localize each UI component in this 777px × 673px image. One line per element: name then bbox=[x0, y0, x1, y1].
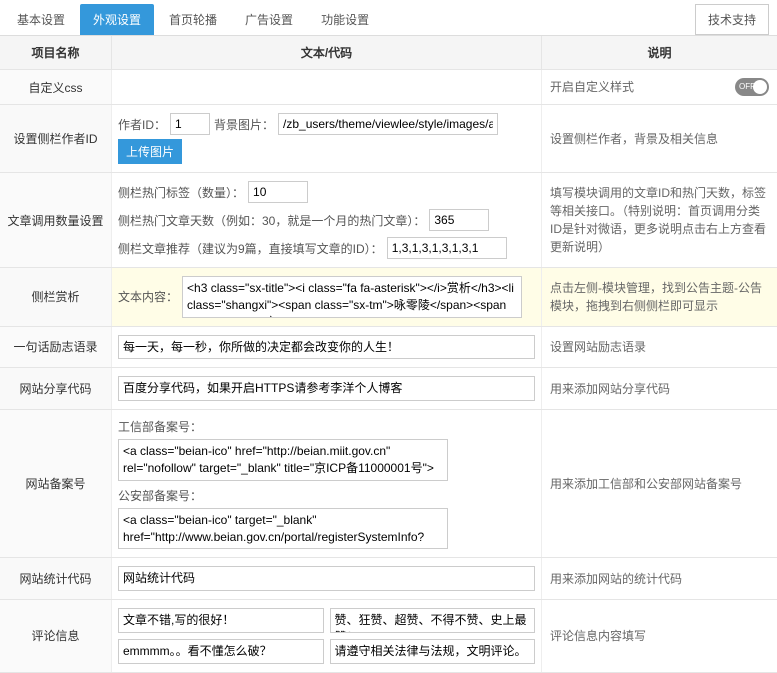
label-article-count: 文章调用数量设置 bbox=[0, 173, 112, 267]
row-quote: 一句话励志语录 设置网站励志语录 bbox=[0, 327, 777, 369]
label-bg-image: 背景图片： bbox=[214, 116, 274, 133]
desc-article-count: 填写模块调用的文章ID和热门天数，标签等相关接口。（特别说明：首页调用分类ID是… bbox=[542, 173, 777, 267]
input-bg-image[interactable] bbox=[278, 113, 498, 135]
input-hot-tags[interactable] bbox=[248, 181, 308, 203]
desc-share-code: 用来添加网站分享代码 bbox=[542, 368, 777, 409]
row-comment: 评论信息 评论信息内容填写 bbox=[0, 600, 777, 673]
tab-bar: 基本设置 外观设置 首页轮播 广告设置 功能设置 技术支持 bbox=[0, 0, 777, 36]
header-content: 文本/代码 bbox=[112, 36, 542, 69]
desc-stats-code: 用来添加网站的统计代码 bbox=[542, 558, 777, 599]
textarea-stats[interactable] bbox=[118, 566, 535, 591]
textarea-miit[interactable] bbox=[118, 439, 448, 481]
row-share-code: 网站分享代码 用来添加网站分享代码 bbox=[0, 368, 777, 410]
label-comment: 评论信息 bbox=[0, 600, 112, 672]
textarea-comment-b2[interactable] bbox=[330, 639, 536, 664]
textarea-comment-a1[interactable] bbox=[118, 608, 324, 633]
textarea-sx[interactable] bbox=[182, 276, 522, 318]
desc-author-id: 设置侧栏作者，背景及相关信息 bbox=[542, 105, 777, 172]
label-custom-css: 自定义css bbox=[0, 70, 112, 104]
header-desc: 说明 bbox=[542, 36, 777, 69]
tab-functions[interactable]: 功能设置 bbox=[308, 4, 382, 35]
input-recommend-ids[interactable] bbox=[387, 237, 507, 259]
header-name: 项目名称 bbox=[0, 36, 112, 69]
textarea-comment-a2[interactable] bbox=[118, 639, 324, 664]
label-stats-code: 网站统计代码 bbox=[0, 558, 112, 599]
label-author-id: 设置侧栏作者ID bbox=[0, 105, 112, 172]
label-hot-tags: 侧栏热门标签（数量）： bbox=[118, 184, 244, 201]
tech-support-button[interactable]: 技术支持 bbox=[695, 4, 769, 35]
desc-sidebar-sx: 点击左侧-模块管理，找到公告主题-公告模块，拖拽到右侧侧栏即可显示 bbox=[542, 268, 777, 326]
label-sidebar-sx: 侧栏赏析 bbox=[0, 268, 112, 326]
label-quote: 一句话励志语录 bbox=[0, 327, 112, 368]
desc-custom-css: 开启自定义样式 bbox=[550, 78, 634, 96]
textarea-share[interactable] bbox=[118, 376, 535, 401]
label-author-id-field: 作者ID： bbox=[118, 116, 166, 133]
row-sidebar-sx: 侧栏赏析 文本内容： 点击左侧-模块管理，找到公告主题-公告模块，拖拽到右侧侧栏… bbox=[0, 268, 777, 327]
desc-beian: 用来添加工信部和公安部网站备案号 bbox=[542, 410, 777, 557]
row-article-count: 文章调用数量设置 侧栏热门标签（数量）： 侧栏热门文章天数（例如：30，就是一个… bbox=[0, 173, 777, 268]
input-hot-days[interactable] bbox=[429, 209, 489, 231]
row-beian: 网站备案号 工信部备案号： 公安部备案号： 用来添加工信部和公安部网站备案号 bbox=[0, 410, 777, 558]
row-custom-css: 自定义css 开启自定义样式 OFF bbox=[0, 70, 777, 105]
label-gongan: 公安部备案号： bbox=[118, 487, 202, 504]
label-hot-days: 侧栏热门文章天数（例如：30，就是一个月的热门文章）： bbox=[118, 212, 425, 229]
tab-basic[interactable]: 基本设置 bbox=[4, 4, 78, 35]
desc-quote: 设置网站励志语录 bbox=[542, 327, 777, 368]
desc-comment: 评论信息内容填写 bbox=[542, 600, 777, 672]
upload-image-button[interactable]: 上传图片 bbox=[118, 139, 182, 164]
tab-carousel[interactable]: 首页轮播 bbox=[156, 4, 230, 35]
textarea-comment-b1[interactable] bbox=[330, 608, 536, 633]
tab-appearance[interactable]: 外观设置 bbox=[80, 4, 154, 35]
label-recommend-ids: 侧栏文章推荐（建议为9篇，直接填写文章的ID）： bbox=[118, 240, 383, 257]
row-stats-code: 网站统计代码 用来添加网站的统计代码 bbox=[0, 558, 777, 600]
textarea-gongan[interactable] bbox=[118, 508, 448, 550]
input-author-id[interactable] bbox=[170, 113, 210, 135]
label-sx-text: 文本内容： bbox=[118, 288, 178, 305]
table-header: 项目名称 文本/代码 说明 bbox=[0, 36, 777, 70]
tab-ads[interactable]: 广告设置 bbox=[232, 4, 306, 35]
textarea-quote[interactable] bbox=[118, 335, 535, 360]
label-beian: 网站备案号 bbox=[0, 410, 112, 557]
toggle-custom-css[interactable]: OFF bbox=[735, 78, 769, 96]
label-miit: 工信部备案号： bbox=[118, 418, 202, 435]
row-author-id: 设置侧栏作者ID 作者ID： 背景图片： 上传图片 设置侧栏作者，背景及相关信息 bbox=[0, 105, 777, 173]
label-share-code: 网站分享代码 bbox=[0, 368, 112, 409]
